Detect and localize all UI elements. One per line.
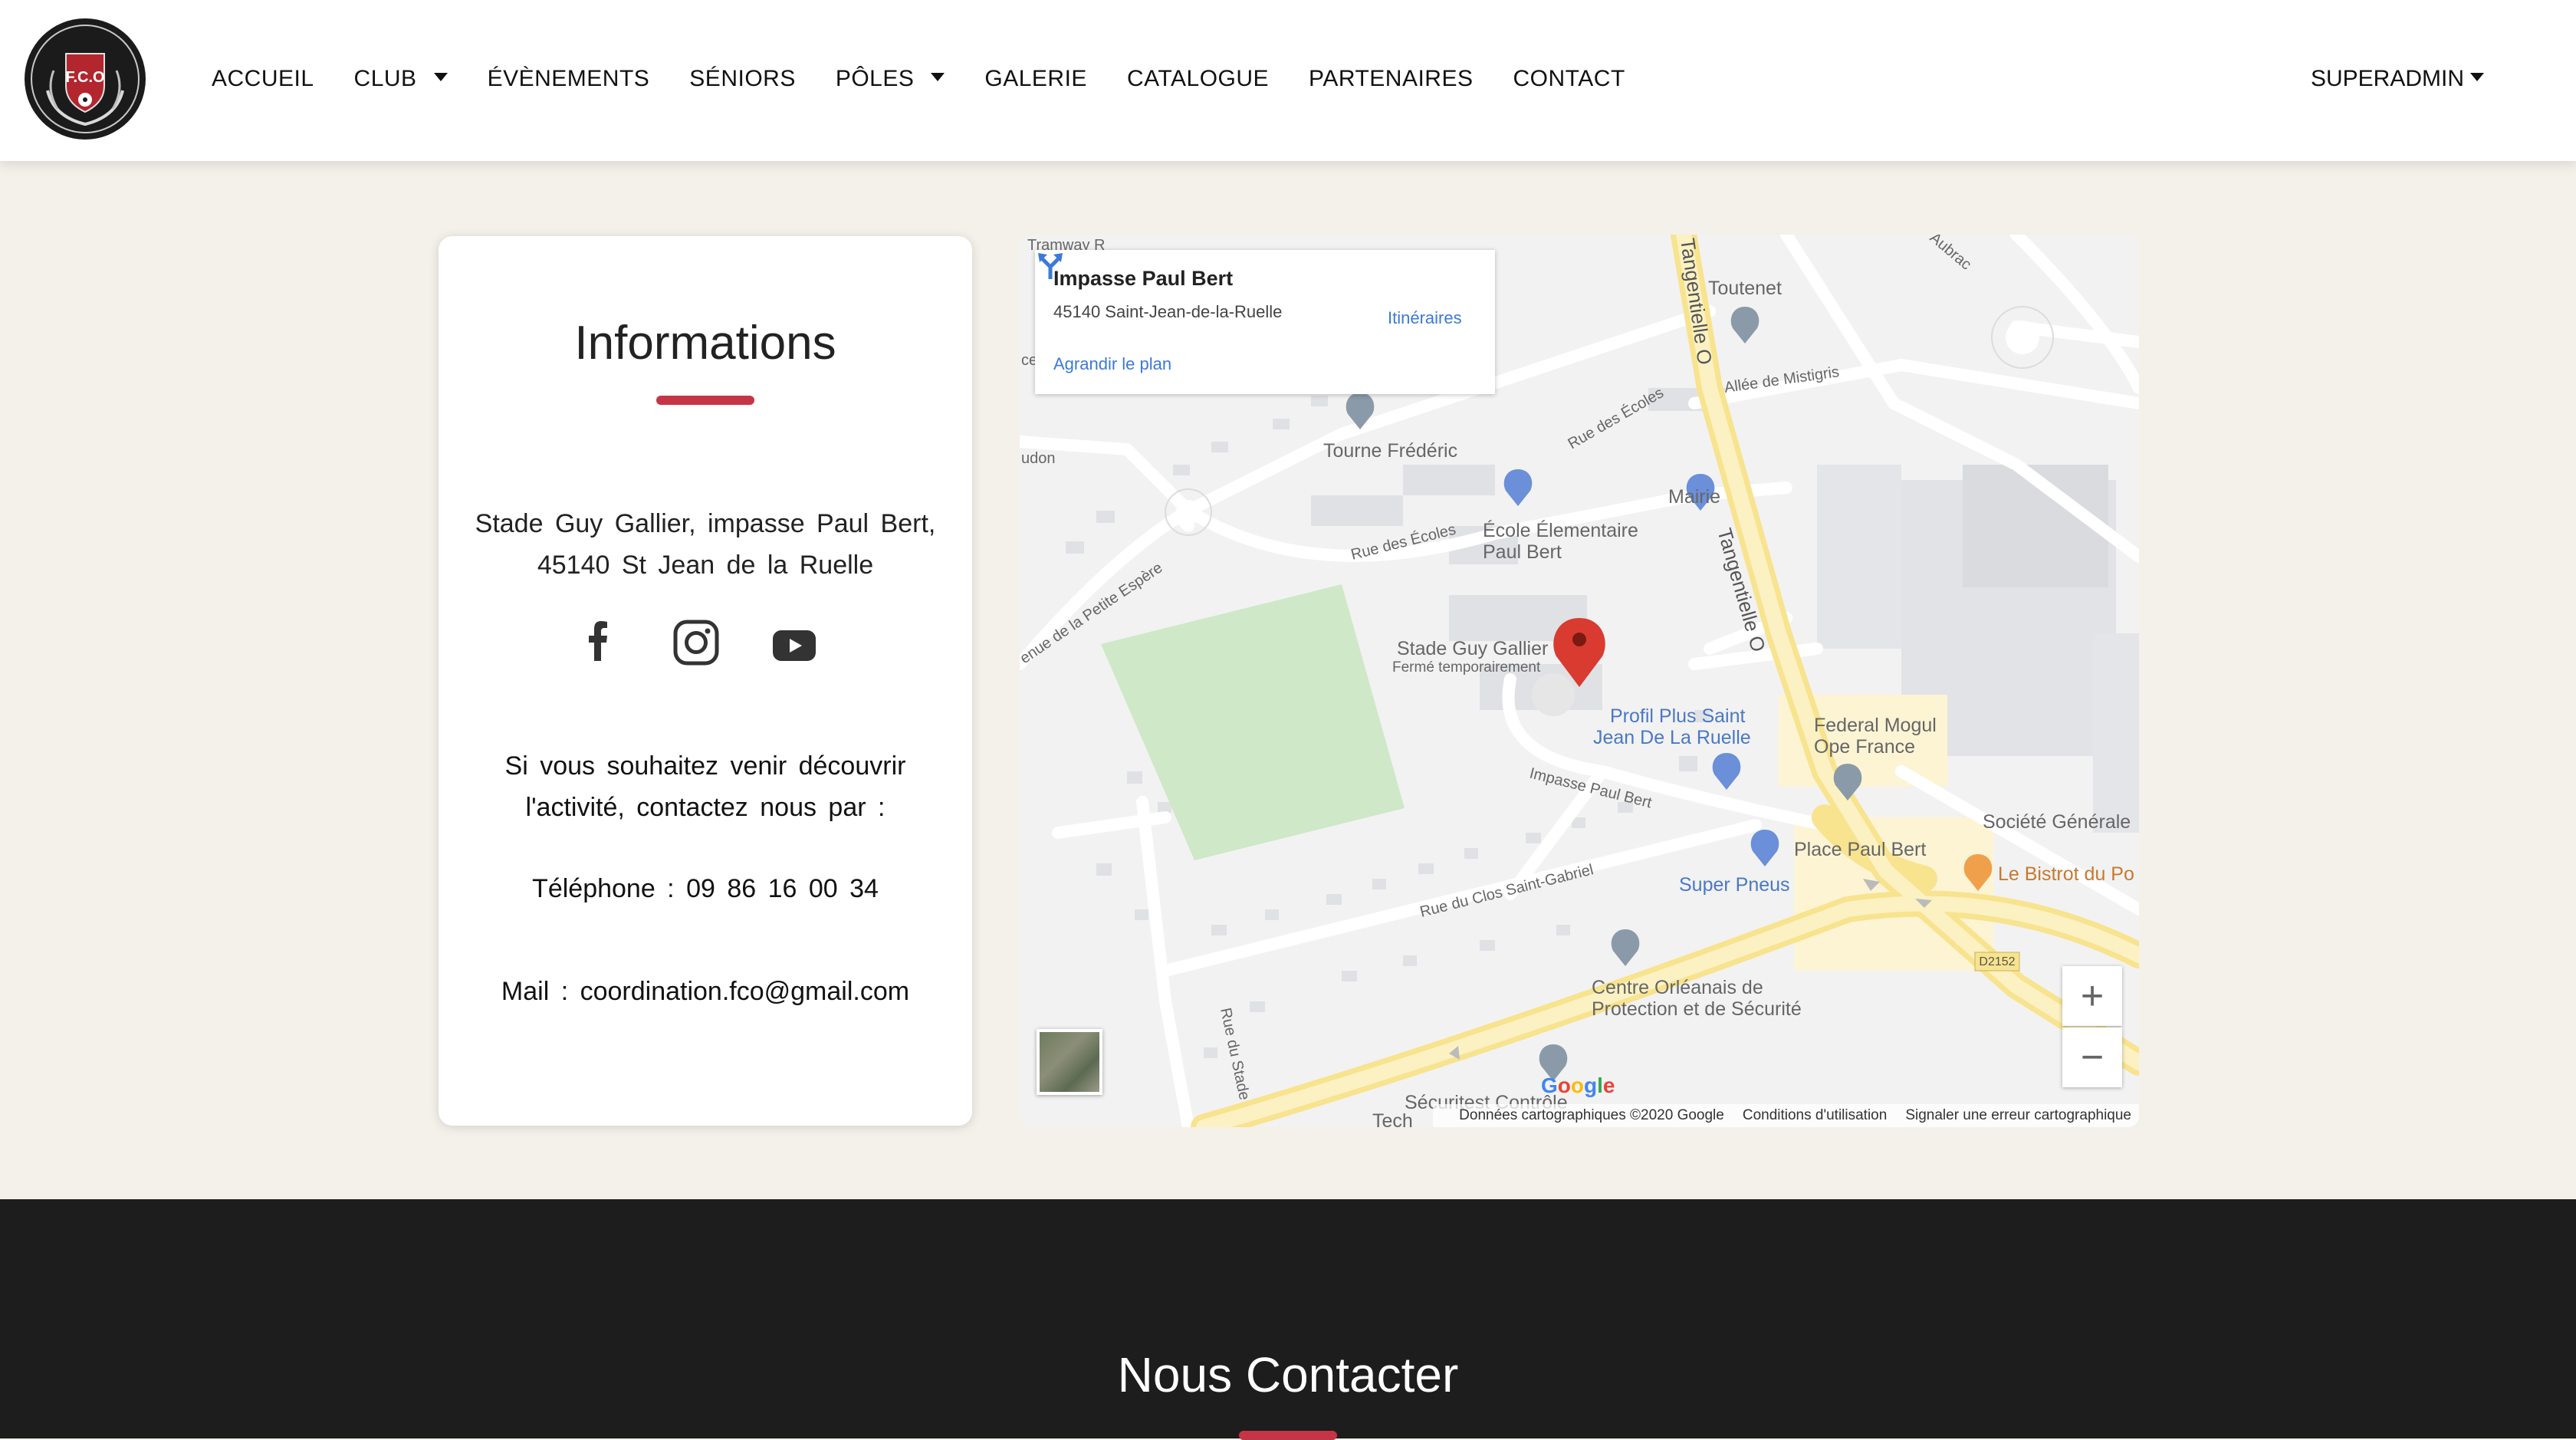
map-label-superpneus: Super Pneus [1679, 874, 1790, 896]
youtube-icon[interactable] [773, 630, 816, 661]
contact-footer: Nous Contacter [0, 1199, 2576, 1440]
chevron-down-icon [2470, 72, 2484, 81]
map-label-mairie: Mairie [1668, 486, 1720, 508]
map-data-credit: Données cartographiques ©2020 Google [1459, 1107, 1724, 1123]
map-terms-link[interactable]: Conditions d'utilisation [1743, 1107, 1887, 1124]
map-label-tourne: Tourne Frédéric [1323, 440, 1457, 462]
chevron-down-icon [931, 72, 945, 81]
info-title: Informations [574, 317, 836, 370]
map-label-stade: Stade Guy Gallier [1397, 638, 1548, 659]
nav-item-contact[interactable]: CONTACT [1513, 66, 1625, 92]
google-logo: Google [1541, 1073, 1615, 1097]
mail-text: Mail : coordination.fco@gmail.com [501, 977, 910, 1006]
top-navbar: F.C.O ACCUEIL CLUB ÉVÈNEMENTS SÉNIORS PÔ… [0, 0, 2576, 161]
map-label-bistrot: Le Bistrot du Po [1998, 863, 2134, 885]
zoom-in-button[interactable]: + [2062, 966, 2122, 1026]
user-menu-label: SUPERADMIN [2310, 66, 2464, 91]
chevron-down-icon [433, 72, 448, 81]
map-label-ecole2: Paul Bert [1483, 541, 1562, 563]
instagram-icon[interactable] [673, 620, 719, 666]
nav-item-club[interactable]: CLUB [354, 66, 448, 92]
map-label-centre1: Centre Orléanais de [1592, 977, 1763, 998]
zoom-out-button[interactable]: − [2062, 1027, 2122, 1087]
map-card-title: Impasse Paul Bert [1053, 267, 1234, 290]
map-label-societe: Société Générale [1983, 811, 2131, 833]
map-label-ferme: Fermé temporairement [1392, 659, 1541, 676]
nav-item-poles[interactable]: PÔLES [836, 66, 945, 92]
address: Stade Guy Gallier, impasse Paul Bert, 45… [454, 503, 957, 586]
nav-item-accueil[interactable]: ACCUEIL [212, 66, 314, 92]
invite-line-2: l'activité, contactez nous par : [525, 793, 886, 822]
address-line-2: 45140 St Jean de la Ruelle [537, 551, 874, 580]
invite-line-1: Si vous souhaitez venir découvrir [504, 751, 906, 781]
facebook-icon[interactable] [589, 621, 607, 661]
map-label-federal1: Federal Mogul [1814, 715, 1937, 736]
logo-text: F.C.O [65, 69, 104, 86]
map-label-udon: udon [1021, 450, 1056, 467]
directions-link[interactable]: Itinéraires [1388, 308, 1462, 328]
map-label-profil2: Jean De La Ruelle [1593, 727, 1751, 748]
enlarge-map-link[interactable]: Agrandir le plan [1053, 354, 1171, 374]
user-menu[interactable]: SUPERADMIN [2311, 0, 2484, 158]
nav-item-catalogue[interactable]: CATALOGUE [1127, 66, 1269, 92]
address-line-1: Stade Guy Gallier, impasse Paul Bert, [475, 509, 936, 538]
nav-item-seniors[interactable]: SÉNIORS [689, 66, 796, 92]
club-logo[interactable]: F.C.O [23, 17, 147, 141]
map-label-profil1: Profil Plus Saint [1610, 705, 1746, 727]
map-card-address: 45140 Saint-Jean-de-la-Ruelle [1053, 302, 1283, 321]
map-label-centre2: Protection et de Sécurité [1592, 998, 1802, 1020]
phone-text: Téléphone : 09 86 16 00 34 [532, 874, 879, 903]
map-label-tech: Tech [1372, 1110, 1413, 1127]
google-map[interactable]: D2152 Toutenet Tourne Frédéric Mairie Éc… [1020, 235, 2139, 1127]
map-label-ecole1: École Élementaire [1483, 519, 1638, 541]
directions-icon[interactable] [1035, 250, 1066, 281]
nav-item-galerie[interactable]: GALERIE [984, 66, 1087, 92]
map-footer: Données cartographiques ©2020 Google Con… [1433, 1104, 2139, 1127]
nav-item-partenaires[interactable]: PARTENAIRES [1309, 66, 1473, 92]
map-info-card: Impasse Paul Bert 45140 Saint-Jean-de-la… [1035, 250, 1495, 394]
footer-title: Nous Contacter [1117, 1347, 1459, 1402]
satellite-view-toggle[interactable] [1037, 1029, 1102, 1095]
invite-text: Si vous souhaitez venir découvrir l'acti… [469, 745, 941, 828]
map-label-place: Place Paul Bert [1794, 839, 1926, 860]
main-nav: ACCUEIL CLUB ÉVÈNEMENTS SÉNIORS PÔLES GA… [212, 0, 1665, 158]
nav-item-evenements[interactable]: ÉVÈNEMENTS [488, 66, 650, 92]
map-label-toutenet: Toutenet [1708, 278, 1782, 299]
map-report-link[interactable]: Signaler une erreur cartographique [1905, 1107, 2131, 1124]
map-label-federal2: Ope France [1814, 736, 1915, 758]
title-underline [656, 396, 754, 405]
map-label-d2152: D2152 [1979, 955, 2015, 968]
footer-title-underline [1239, 1431, 1337, 1440]
info-card: Informations Stade Guy Gallier, impasse … [439, 236, 972, 1126]
